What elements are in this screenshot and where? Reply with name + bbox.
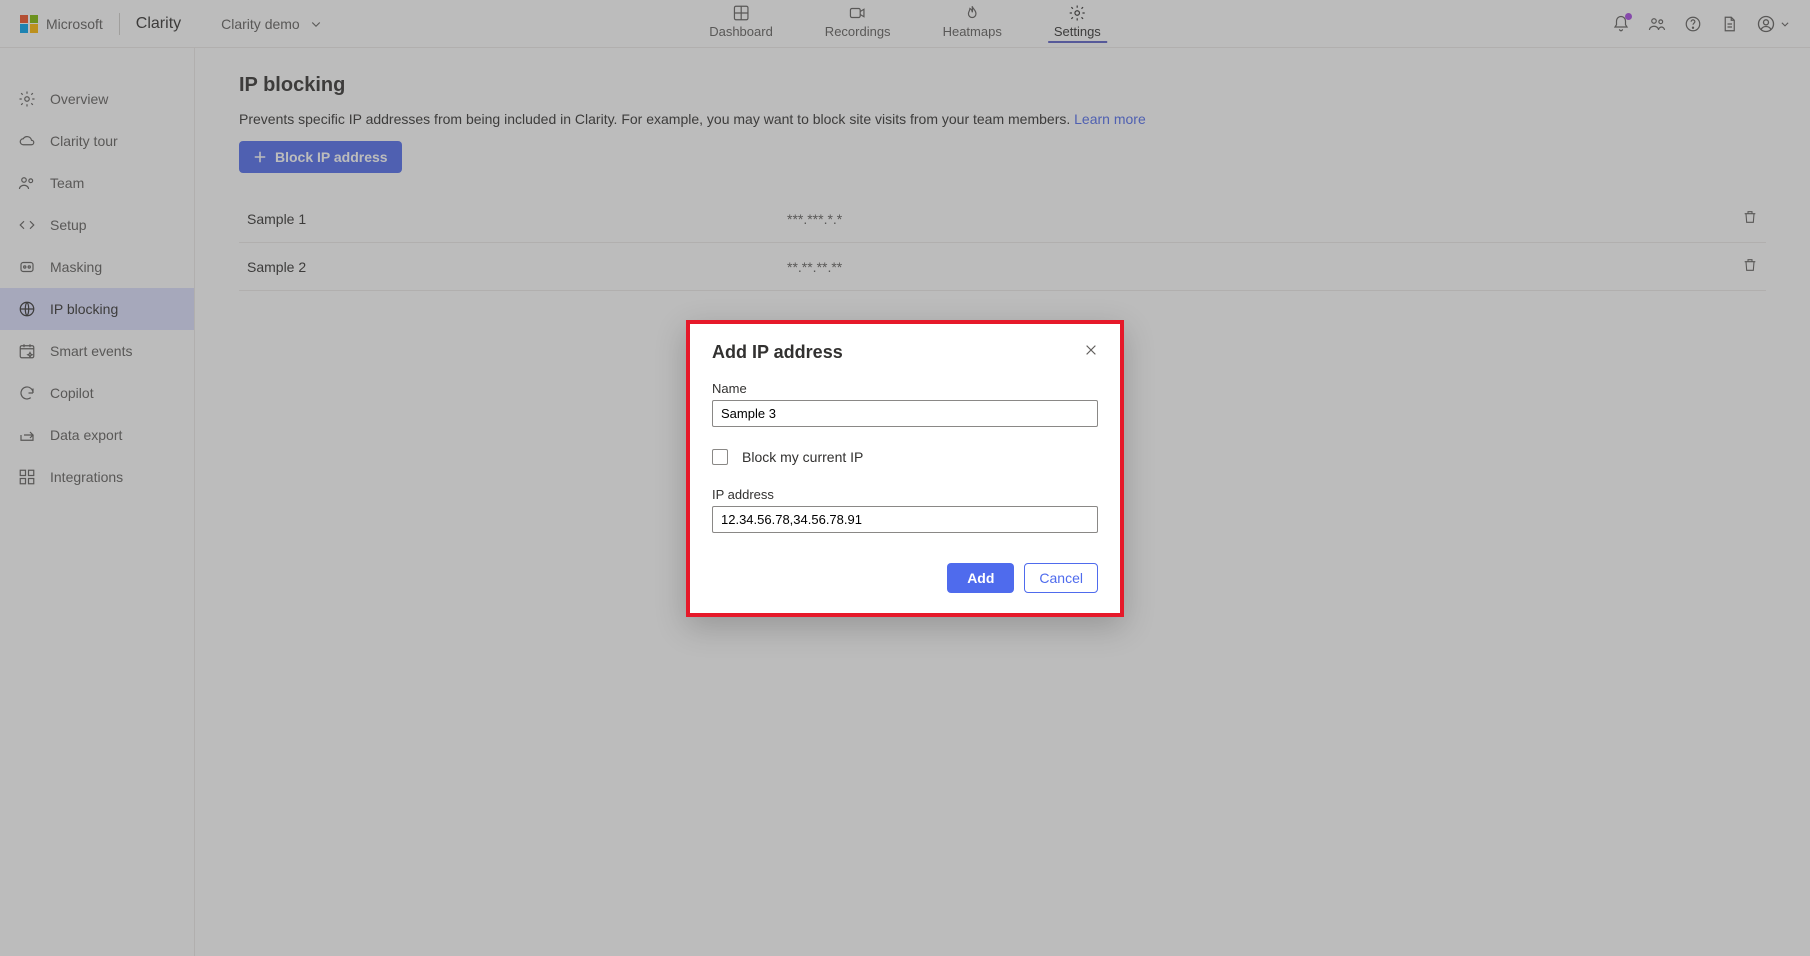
modal-title: Add IP address	[712, 342, 843, 363]
add-button[interactable]: Add	[947, 563, 1014, 593]
add-ip-modal: Add IP address Name Block my current IP …	[690, 324, 1120, 613]
ip-input[interactable]	[712, 506, 1098, 533]
name-label: Name	[712, 381, 1098, 396]
highlight-frame: Add IP address Name Block my current IP …	[686, 320, 1124, 617]
cancel-button[interactable]: Cancel	[1024, 563, 1098, 593]
name-input[interactable]	[712, 400, 1098, 427]
block-current-ip-label: Block my current IP	[742, 449, 863, 465]
close-icon	[1084, 343, 1098, 357]
block-current-ip-checkbox[interactable]	[712, 449, 728, 465]
modal-overlay: Add IP address Name Block my current IP …	[0, 0, 1810, 956]
close-button[interactable]	[1084, 343, 1098, 362]
ip-label: IP address	[712, 487, 1098, 502]
